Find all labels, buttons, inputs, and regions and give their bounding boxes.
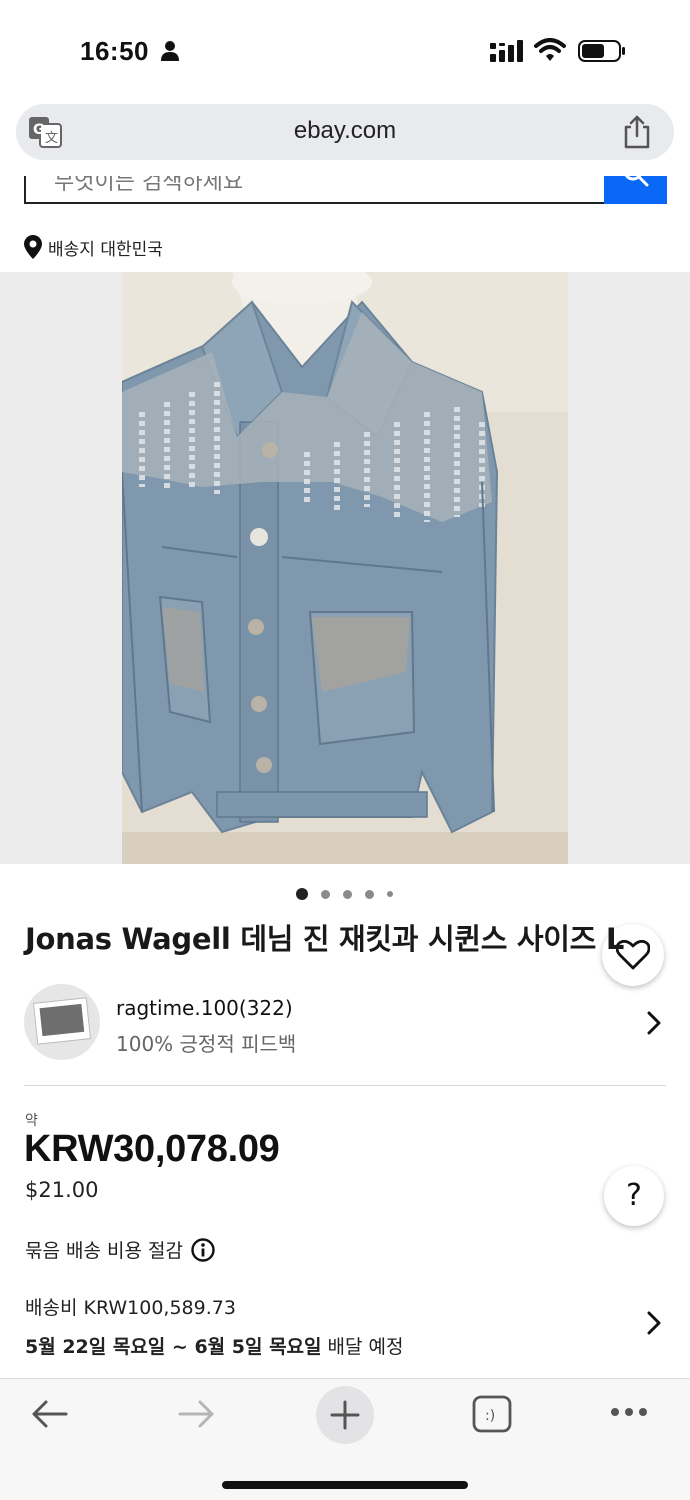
svg-text::): :) xyxy=(485,1408,495,1424)
browser-toolbar: :) xyxy=(0,1378,690,1500)
seller-card[interactable]: ragtime.100(322) 100% 긍정적 피드백 xyxy=(24,984,666,1064)
wifi-icon xyxy=(534,38,566,61)
battery-icon xyxy=(578,40,625,62)
delivery-estimate: 5월 22일 목요일 ~ 6월 5일 목요일 배달 예정 xyxy=(25,1332,404,1359)
search-input[interactable]: 무엇이든 검색하세요 xyxy=(24,176,606,204)
avatar xyxy=(24,984,100,1060)
bundle-label: 묶음 배송 비용 절감 xyxy=(25,1240,183,1262)
shipping-cost: 배송비 KRW100,589.73 xyxy=(25,1297,236,1319)
tabs-icon[interactable]: :) xyxy=(472,1395,512,1433)
url-text[interactable]: ebay.com xyxy=(16,117,674,145)
signal-icon xyxy=(490,40,523,62)
pagination-dot[interactable] xyxy=(387,891,393,897)
pagination-dot[interactable] xyxy=(365,889,374,899)
price-krw: KRW30,078.09 xyxy=(24,1128,280,1170)
delivery-suffix: 배달 예정 xyxy=(321,1336,404,1358)
shipping-location[interactable]: 배송지 대한민국 xyxy=(24,232,163,262)
gallery-pagination xyxy=(296,888,406,900)
help-button[interactable]: ? xyxy=(604,1166,664,1226)
new-tab-button[interactable] xyxy=(316,1386,374,1444)
shipping-location-text: 배송지 대한민국 xyxy=(48,239,163,260)
search-bar: 무엇이든 검색하세요 xyxy=(24,176,667,204)
chevron-right-icon[interactable] xyxy=(646,1310,662,1336)
price-approx-label: 약 xyxy=(25,1113,38,1129)
product-title: Jonas Wagell 데님 진 재킷과 시퀸스 사이즈 L xyxy=(25,922,625,956)
forward-icon[interactable] xyxy=(178,1399,216,1429)
status-time: 16:50 xyxy=(80,36,149,66)
bundle-savings[interactable]: 묶음 배송 비용 절감 xyxy=(25,1236,215,1263)
info-icon[interactable] xyxy=(191,1237,215,1262)
address-bar[interactable]: G 文 ebay.com xyxy=(16,104,674,160)
home-indicator xyxy=(222,1481,468,1489)
seller-feedback: 100% 긍정적 피드백 xyxy=(116,1032,297,1056)
image-gallery[interactable] xyxy=(0,272,690,986)
pagination-dot[interactable] xyxy=(343,889,352,899)
product-image[interactable] xyxy=(122,272,568,864)
divider xyxy=(24,1085,666,1086)
back-icon[interactable] xyxy=(30,1399,68,1429)
person-icon xyxy=(161,41,179,61)
search-icon xyxy=(624,176,649,187)
pagination-dot[interactable] xyxy=(296,888,308,900)
status-bar: 16:50 xyxy=(0,0,690,100)
plus-icon xyxy=(330,1400,360,1430)
more-icon[interactable] xyxy=(610,1407,648,1417)
price-usd: $21.00 xyxy=(25,1178,99,1202)
share-icon[interactable] xyxy=(622,115,652,149)
chevron-right-icon[interactable] xyxy=(646,1010,662,1036)
page-content: 무엇이든 검색하세요 배송지 대한민국 Jonas Wagell 데님 진 재킷… xyxy=(0,176,690,1376)
pagination-dot[interactable] xyxy=(321,889,330,899)
search-button[interactable] xyxy=(604,176,667,204)
seller-name[interactable]: ragtime.100(322) xyxy=(116,996,293,1020)
pin-icon xyxy=(24,235,42,259)
delivery-date: 5월 22일 목요일 ~ 6월 5일 목요일 xyxy=(25,1336,322,1358)
